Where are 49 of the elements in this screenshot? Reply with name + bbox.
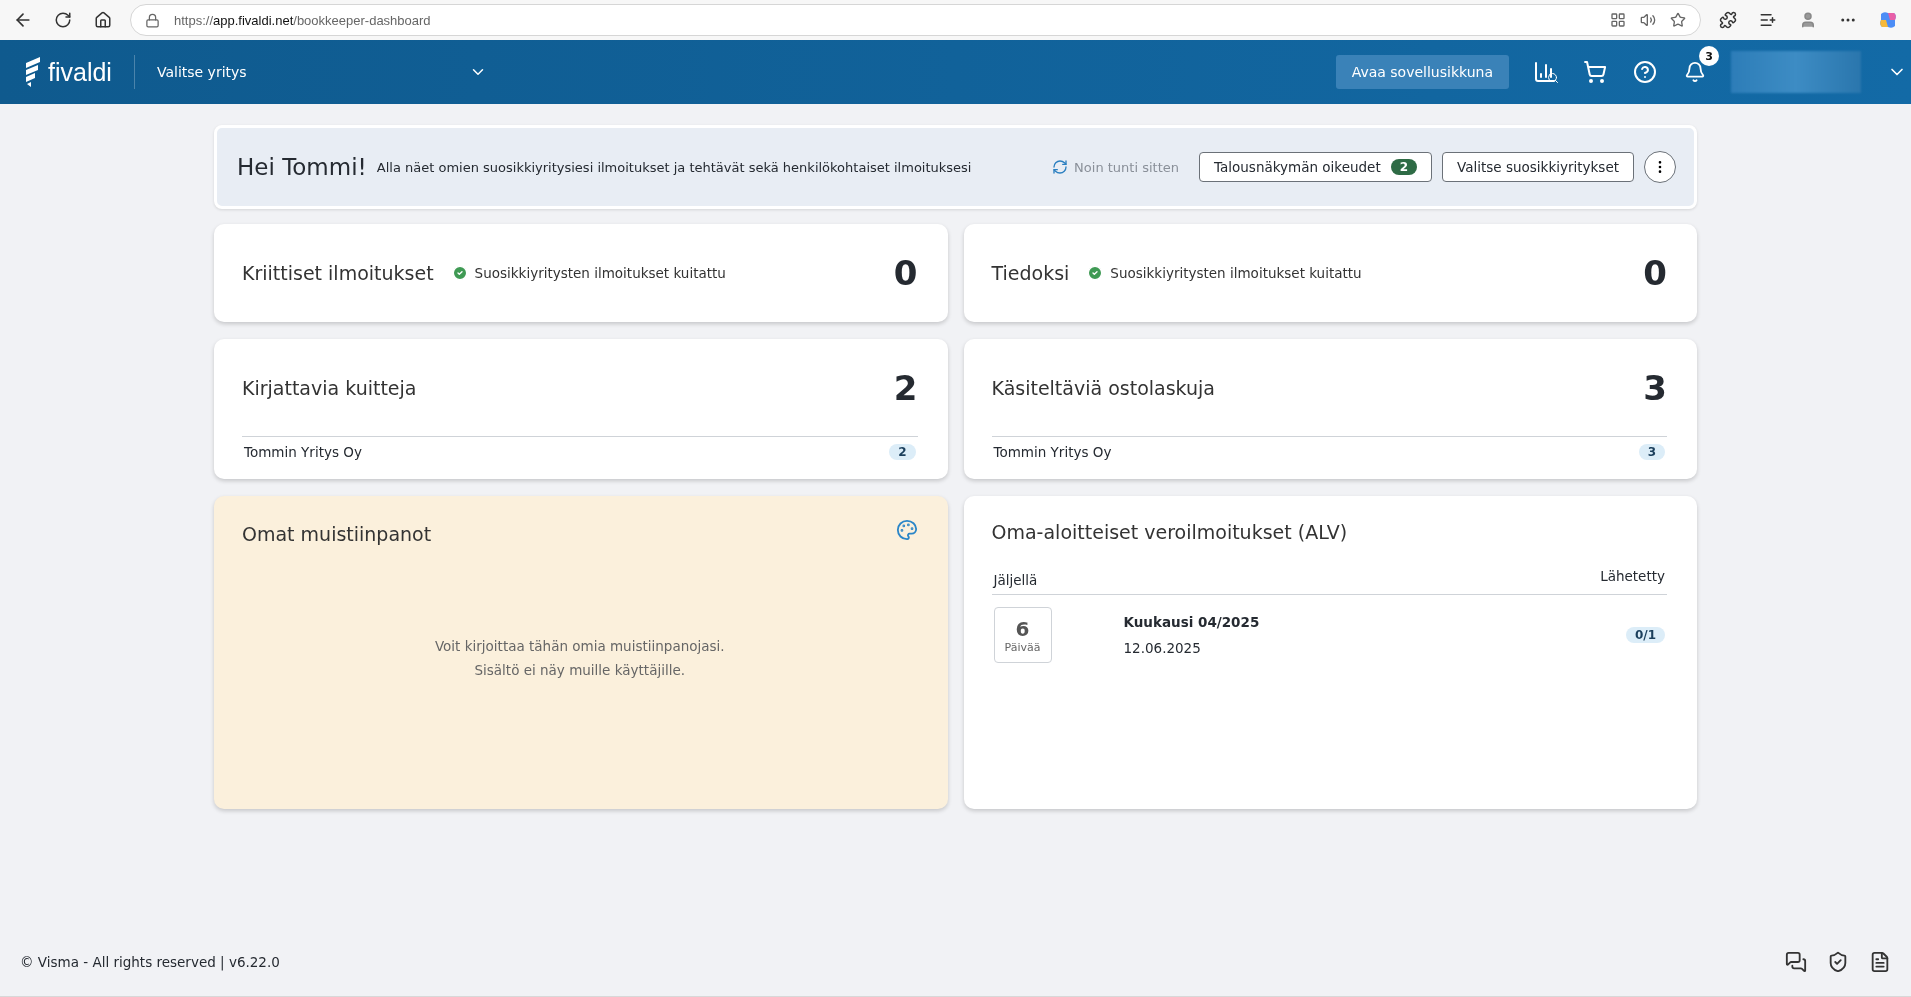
help-icon[interactable]	[1631, 58, 1659, 86]
chat-icon[interactable]	[1785, 951, 1807, 973]
count-badge: 2	[889, 444, 916, 460]
card-title: Tiedoksi	[991, 262, 1070, 284]
more-options-button[interactable]	[1644, 151, 1676, 183]
sent-count-badge: 0/1	[1625, 627, 1665, 643]
count-badge: 3	[1638, 444, 1665, 460]
lock-icon[interactable]	[145, 12, 160, 28]
card-title: Käsiteltäviä ostolaskuja	[991, 376, 1215, 399]
cart-icon[interactable]	[1581, 58, 1609, 86]
days-unit: Päivää	[1004, 640, 1041, 654]
notes-placeholder[interactable]: Voit kirjoittaa tähän omia muistiinpanojasi. Sisältö ei näy muille käyttäjille.	[434, 634, 725, 682]
vat-title: Oma-aloitteiset veroilmoitukset (ALV)	[991, 521, 1348, 543]
column-header: Jäljellä	[993, 572, 1038, 588]
company-name[interactable]: Tommin Yritys Oy	[993, 444, 1112, 460]
count-value: 0	[893, 253, 918, 293]
read-aloud-icon[interactable]	[1640, 12, 1656, 28]
status-text: Suosikkiyritysten ilmoitukset kuitattu	[451, 265, 726, 281]
due-date: 12.06.2025	[1123, 640, 1202, 656]
column-header: Lähetetty	[1600, 568, 1665, 584]
shield-icon[interactable]	[1827, 951, 1849, 973]
notification-badge: 3	[1699, 46, 1719, 66]
check-icon	[451, 265, 468, 281]
permissions-button[interactable]: Talousnäkymän oikeudet 2	[1199, 152, 1433, 182]
copilot-icon[interactable]	[1878, 10, 1898, 30]
company-name[interactable]: Tommin Yritys Oy	[244, 444, 362, 460]
greeting-text: Alla näet omien suosikkiyritysiesi ilmoitukset ja tehtävät sekä henkilökohtaiset ilmoituksesi	[376, 159, 973, 175]
card-title: Kirjattavia kuitteja	[242, 376, 417, 399]
greeting-title: Hei Tommi!	[237, 154, 367, 180]
period-name: Kuukausi 04/2025	[1123, 614, 1261, 630]
logo-text: fivaldi	[48, 57, 112, 87]
count-value: 2	[893, 367, 918, 408]
copyright-text: © Visma - All rights reserved | v6.22.0	[20, 954, 280, 970]
notes-title: Omat muistiinpanot	[242, 523, 432, 545]
card-title: Kriittiset ilmoitukset	[242, 262, 434, 284]
check-icon	[1087, 265, 1104, 281]
address-bar[interactable]: https://app.fivaldi.net/bookkeeper-dashboard	[130, 4, 1701, 36]
favorite-star-icon[interactable]	[1670, 12, 1686, 28]
open-app-window-button[interactable]: Avaa sovellusikkuna	[1335, 55, 1509, 89]
select-favorites-button[interactable]: Valitse suosikkiyritykset	[1442, 152, 1634, 182]
company-select[interactable]: Valitse yritys	[156, 63, 487, 81]
days-number: 6	[1015, 616, 1030, 641]
count-value: 3	[1643, 367, 1667, 408]
palette-icon[interactable]	[895, 519, 918, 541]
count-value: 0	[1643, 253, 1667, 293]
logo-icon	[24, 55, 42, 89]
refresh-icon	[1052, 159, 1069, 175]
document-icon[interactable]	[1869, 951, 1891, 973]
status-text: Suosikkiyritysten ilmoitukset kuitattu	[1087, 265, 1362, 281]
